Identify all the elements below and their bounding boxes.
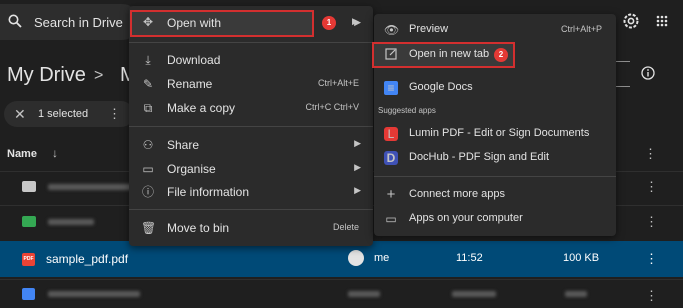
submenu-shortcut: Ctrl+Alt+P	[560, 24, 602, 34]
submenu-item-label: Preview	[409, 23, 449, 35]
menu-item-label: Share	[167, 138, 200, 152]
folder-shared-icon	[22, 181, 36, 192]
pencil-icon: ✎	[142, 77, 154, 91]
menu-item-share[interactable]: ⚇ Share ▶	[129, 133, 373, 157]
size-redacted	[565, 291, 587, 297]
folder-icon	[22, 216, 36, 227]
apps-grid-icon[interactable]	[656, 15, 668, 27]
step-badge-1: 1	[322, 16, 336, 30]
plus-icon: +	[386, 186, 396, 203]
open-new-tab-label[interactable]: Open in new tab	[409, 48, 489, 60]
close-icon[interactable]: ✕	[14, 106, 26, 123]
suggested-apps-heading: Suggested apps	[378, 106, 436, 115]
more-vert-icon[interactable]: ⋮	[645, 288, 658, 304]
menu-shortcut: Ctrl+Alt+E	[317, 78, 359, 88]
download-icon: ⤓	[145, 53, 151, 67]
menu-item-label: Rename	[167, 77, 213, 91]
computer-icon: ▭	[385, 212, 397, 226]
gear-icon[interactable]	[622, 12, 640, 30]
selection-count: 1 selected	[38, 108, 89, 120]
submenu-item-label: DocHub - PDF Sign and Edit	[409, 151, 550, 163]
move-arrows-icon: ✥	[142, 15, 154, 29]
open-with-highlight	[130, 10, 314, 37]
chevron-right-icon: ▶	[352, 16, 359, 26]
menu-divider	[374, 176, 616, 177]
submenu-item-preview[interactable]: 👁 Preview Ctrl+Alt+P	[374, 18, 616, 42]
menu-item-rename[interactable]: ✎ Rename Ctrl+Alt+E	[129, 72, 373, 96]
step-badge-2: 2	[494, 48, 508, 62]
file-name[interactable]: sample_pdf.pdf	[46, 252, 128, 266]
eye-icon: 👁	[384, 23, 400, 37]
file-name-redacted	[48, 219, 94, 225]
folder-move-icon: ▭	[142, 162, 154, 176]
menu-item-label: Download	[167, 53, 221, 67]
chevron-right-icon: ▶	[354, 185, 361, 195]
submenu-item-computer-apps[interactable]: ▭ Apps on your computer	[374, 207, 616, 231]
lumin-pdf-icon: L	[384, 127, 398, 141]
menu-item-move-to-bin[interactable]: 🗑 Move to bin Delete	[129, 216, 373, 240]
submenu-item-dochub[interactable]: D DocHub - PDF Sign and Edit	[374, 146, 616, 170]
menu-divider	[129, 42, 373, 43]
menu-item-file-information[interactable]: ⓘ File information ▶	[129, 180, 373, 204]
menu-divider	[129, 126, 373, 127]
menu-item-label: Move to bin	[167, 221, 230, 235]
dochub-icon: D	[384, 151, 398, 165]
open-in-new-icon	[385, 48, 397, 60]
google-docs-icon: ≡	[384, 81, 398, 95]
file-icon	[22, 288, 35, 300]
avatar	[348, 250, 364, 266]
breadcrumb-chevron-icon: >	[94, 67, 104, 84]
page-title[interactable]: My Drive	[7, 64, 86, 87]
column-header-name[interactable]: Name	[7, 148, 37, 160]
menu-shortcut: Delete	[332, 222, 359, 232]
file-name-redacted	[48, 291, 140, 297]
submenu-item-connect-apps[interactable]: + Connect more apps	[374, 183, 616, 207]
more-vert-icon[interactable]: ⋮	[645, 214, 658, 230]
sort-arrow-icon[interactable]: ↓	[52, 146, 58, 160]
person-add-icon: ⚇	[142, 138, 154, 152]
pdf-file-icon: PDF	[22, 253, 35, 266]
submenu-item-lumin[interactable]: L Lumin PDF - Edit or Sign Documents	[374, 122, 616, 146]
info-icon[interactable]	[641, 66, 655, 80]
submenu-item-label: Connect more apps	[409, 188, 505, 200]
owner-redacted	[348, 291, 380, 297]
file-owner: me	[374, 252, 390, 264]
submenu-item-label: Apps on your computer	[409, 212, 523, 224]
search-input[interactable]: Search in Drive	[34, 15, 123, 30]
more-vert-icon[interactable]: ⋮	[645, 251, 658, 267]
info-icon: ⓘ	[141, 185, 154, 199]
context-menu: ✥ Open with ▶ ⤓ Download ✎ Rename Ctrl+A…	[129, 6, 373, 246]
chevron-right-icon: ▶	[354, 162, 361, 172]
menu-item-label: Organise	[167, 162, 216, 176]
chevron-right-icon: ▶	[354, 138, 361, 148]
menu-item-download[interactable]: ⤓ Download	[129, 48, 373, 72]
file-size: 100 KB	[563, 252, 600, 264]
more-vert-icon[interactable]: ⋮	[645, 179, 658, 195]
submenu-item-label: Google Docs	[409, 81, 473, 93]
menu-item-label: Make a copy	[167, 101, 236, 115]
modified-redacted	[452, 291, 496, 297]
menu-item-label: File information	[167, 185, 250, 199]
submenu-item-label: Lumin PDF - Edit or Sign Documents	[409, 127, 590, 139]
more-vert-icon[interactable]: ⋮	[644, 146, 657, 162]
menu-shortcut: Ctrl+C Ctrl+V	[305, 102, 359, 112]
file-name-redacted	[48, 184, 138, 190]
menu-item-organise[interactable]: ▭ Organise ▶	[129, 157, 373, 181]
file-modified: 11:52	[456, 252, 483, 264]
copy-icon: ⧉	[143, 101, 153, 115]
open-with-label[interactable]: Open with	[167, 16, 221, 30]
search-icon[interactable]	[8, 14, 22, 28]
more-vert-icon[interactable]: ⋮	[108, 106, 121, 122]
submenu-item-google-docs[interactable]: ≡ Google Docs	[374, 76, 616, 100]
menu-item-make-copy[interactable]: ⧉ Make a copy Ctrl+C Ctrl+V	[129, 96, 373, 120]
trash-icon: 🗑	[141, 221, 157, 235]
menu-divider	[129, 209, 373, 210]
